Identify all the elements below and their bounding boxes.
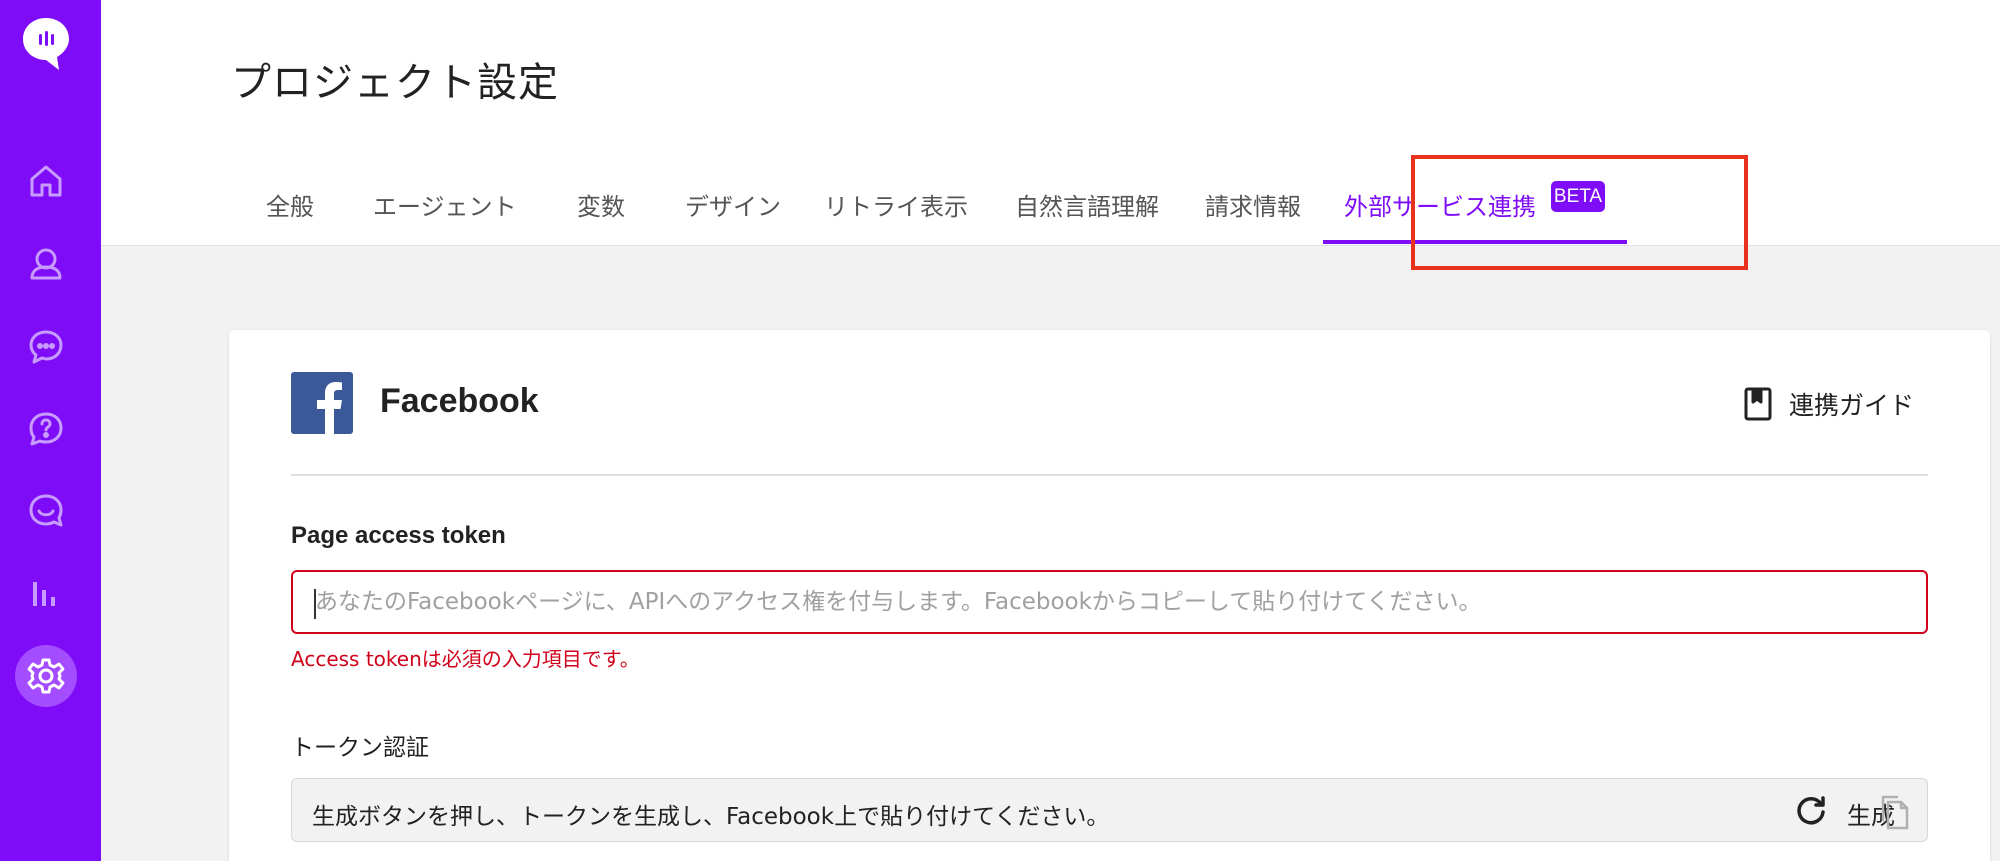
help-icon[interactable] <box>25 408 67 450</box>
token-verification-field: 生成ボタンを押し、トークンを生成し、Facebook上で貼り付けてください。 生… <box>291 778 1928 842</box>
page-title: プロジェクト設定 <box>231 60 559 106</box>
analytics-icon[interactable] <box>25 573 67 615</box>
home-icon[interactable] <box>25 160 67 202</box>
token-verification-text: 生成ボタンを押し、トークンを生成し、Facebook上で貼り付けてください。 <box>312 804 1110 830</box>
token-verification-label: トークン認証 <box>291 735 429 761</box>
tab-general[interactable]: 全般 <box>266 187 314 222</box>
facebook-icon <box>291 372 353 434</box>
page-access-token-input[interactable] <box>293 572 1926 632</box>
tab-billing[interactable]: 請求情報 <box>1205 187 1301 222</box>
page-access-token-field <box>291 570 1928 634</box>
highlight-box <box>1411 155 1748 270</box>
tab-agent[interactable]: エージェント <box>373 187 517 222</box>
message-icon[interactable] <box>25 490 67 532</box>
tab-retry-display[interactable]: リトライ表示 <box>824 187 968 222</box>
settings-icon[interactable] <box>15 645 77 707</box>
sidebar <box>0 0 101 861</box>
tab-variables[interactable]: 変数 <box>577 187 625 222</box>
chat-icon[interactable] <box>25 326 67 368</box>
logo-icon[interactable] <box>21 16 71 72</box>
copy-icon[interactable] <box>1874 791 1914 831</box>
book-icon[interactable] <box>1741 386 1775 422</box>
page-access-token-label: Page access token <box>291 522 506 549</box>
text-caret <box>314 589 316 619</box>
tab-nlu[interactable]: 自然言語理解 <box>1015 187 1159 222</box>
divider <box>291 474 1928 476</box>
header: プロジェクト設定 全般 エージェント 変数 デザイン リトライ表示 自然言語理解… <box>101 0 2000 270</box>
refresh-icon[interactable] <box>1794 794 1828 828</box>
user-icon[interactable] <box>25 243 67 285</box>
tab-design[interactable]: デザイン <box>685 187 781 222</box>
access-token-error: Access tokenは必須の入力項目です。 <box>291 647 640 671</box>
facebook-integration-card: Facebook 連携ガイド Page access token Access … <box>229 330 1990 861</box>
card-title: Facebook <box>380 382 539 420</box>
integration-guide-link[interactable]: 連携ガイド <box>1789 386 1914 422</box>
